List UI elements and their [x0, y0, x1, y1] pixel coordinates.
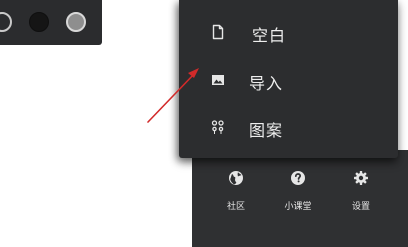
- swatch-black[interactable]: [29, 12, 49, 32]
- menu-item-import[interactable]: 导入: [179, 58, 398, 104]
- settings-button[interactable]: 设置: [336, 170, 386, 212]
- help-icon: [291, 171, 305, 185]
- gear-icon: [354, 171, 368, 185]
- help-course-button[interactable]: 小课堂: [273, 170, 323, 212]
- document-icon: [212, 24, 224, 40]
- new-canvas-menu: 空白 导入 图案: [179, 0, 398, 158]
- community-button[interactable]: 社区: [211, 170, 261, 212]
- menu-item-pattern-label: 图案: [249, 121, 284, 140]
- menu-item-blank[interactable]: 空白: [179, 10, 398, 56]
- menu-item-import-label: 导入: [249, 74, 284, 93]
- menu-item-blank-label: 空白: [252, 26, 287, 45]
- swatch-outline-dark[interactable]: [0, 12, 12, 32]
- pattern-icon: [211, 120, 224, 134]
- app-screen: 社区 小课堂 设置 空白 导入 图案: [0, 0, 408, 247]
- color-swatch-bar: [0, 0, 102, 45]
- help-course-label: 小课堂: [284, 202, 312, 212]
- globe-icon: [229, 171, 243, 185]
- swatch-gray[interactable]: [66, 12, 86, 32]
- image-icon: [212, 75, 224, 85]
- settings-label: 设置: [351, 202, 370, 212]
- menu-item-pattern[interactable]: 图案: [179, 105, 398, 151]
- community-label: 社区: [226, 202, 245, 212]
